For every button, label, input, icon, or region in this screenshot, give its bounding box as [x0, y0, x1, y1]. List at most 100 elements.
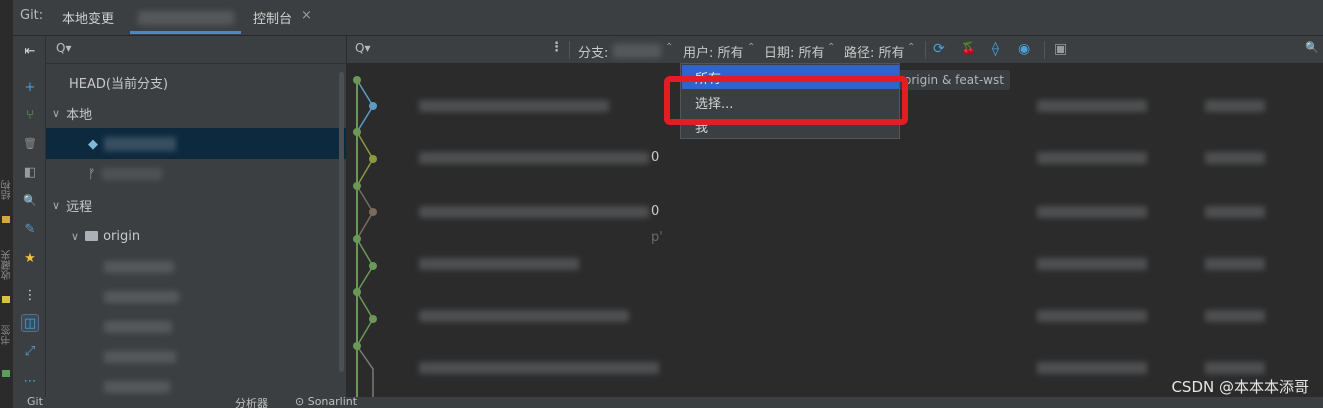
- tree-item-label: 本地: [66, 107, 93, 123]
- branch-name-blurred: [104, 137, 176, 151]
- search-icon: Q▾: [56, 41, 72, 55]
- watermark: CSDN @本本本添哥: [1171, 378, 1309, 396]
- panel-icon[interactable]: ▣: [1054, 41, 1067, 57]
- search-icon[interactable]: 🔍: [21, 191, 39, 209]
- author-blurred: [1037, 362, 1147, 374]
- more-horizontal-icon[interactable]: ⋯: [21, 372, 39, 390]
- commit-graph: [353, 76, 377, 408]
- tree-scrollbar[interactable]: [339, 72, 344, 372]
- toolbar-divider: [569, 41, 570, 59]
- commit-message-fragment: 0: [651, 150, 660, 165]
- search-icon[interactable]: 🔍: [1305, 41, 1319, 54]
- more-vertical-icon[interactable]: ⋮: [21, 286, 39, 304]
- left-edge-strip: 结构 收藏夹 书签: [0, 0, 13, 408]
- date-blurred: [1205, 310, 1265, 322]
- git-prefix-label: Git:: [20, 8, 44, 23]
- branch-panel-toolbar: ⇤ + ⑂ 🗑 ◧ 🔍 ✎ ★ ⋮ ◫ ⤢ ⋯: [13, 36, 46, 408]
- branch-filter-label[interactable]: 分支:: [578, 42, 608, 61]
- tree-item-local-branch[interactable]: ᚠ: [88, 162, 162, 186]
- tree-item-label: 远程: [66, 199, 93, 215]
- date-blurred: [1205, 100, 1265, 112]
- eye-icon[interactable]: ◉: [1018, 41, 1030, 57]
- group-by-icon[interactable]: ◫: [21, 314, 39, 332]
- remote-branch-blurred[interactable]: [104, 291, 179, 303]
- toolbar-divider: [925, 41, 926, 59]
- commit-message-fragment: p': [651, 230, 663, 245]
- commit-message-blurred[interactable]: [419, 152, 649, 164]
- structure-marker: [2, 216, 10, 223]
- commit-message-blurred[interactable]: [419, 100, 609, 112]
- bookmarks-marker: [2, 370, 10, 377]
- commit-message-fragment: 0: [651, 204, 660, 219]
- bottom-tool-tabs: Git 分析器 ⊙ Sonarlint: [13, 395, 1323, 408]
- active-tab-indicator: [130, 31, 241, 34]
- more-options-icon[interactable]: ⋮: [550, 40, 563, 55]
- author-blurred: [1037, 100, 1147, 112]
- chevron-down-icon: ∨: [52, 106, 61, 120]
- tree-item-local[interactable]: ∨ 本地: [52, 101, 92, 125]
- graph-options-icon[interactable]: ⟠: [992, 41, 999, 57]
- commit-message-blurred[interactable]: [419, 362, 659, 374]
- close-icon[interactable]: ×: [301, 8, 312, 23]
- bottom-tab-git[interactable]: Git: [27, 395, 43, 408]
- date-blurred: [1205, 206, 1265, 218]
- branch-tree-panel: Q▾ HEAD(当前分支) ∨ 本地 ◆ ᚠ ∨ 远程 ∨ origin: [46, 36, 347, 408]
- branch-filter-value[interactable]: [613, 44, 661, 58]
- commit-message-blurred[interactable]: [419, 206, 649, 218]
- tree-item-label: origin: [103, 228, 141, 244]
- delete-icon[interactable]: 🗑: [21, 134, 39, 152]
- user-filter[interactable]: 用户: 所有: [683, 42, 744, 61]
- date-blurred: [1205, 362, 1265, 374]
- highlight-annotation-box: [664, 76, 908, 125]
- bottom-tab-sonarlint[interactable]: ⊙ Sonarlint: [295, 395, 357, 408]
- chevron-down-icon: ∨: [52, 198, 61, 212]
- date-blurred: [1205, 152, 1265, 164]
- ref-label: origin & feat-wst: [898, 70, 1010, 90]
- tab-local-changes[interactable]: 本地变更: [62, 8, 114, 27]
- chevron-updown-icon: ⌃: [907, 42, 916, 53]
- chevron-updown-icon: ⌃: [665, 42, 674, 53]
- remote-branch-blurred[interactable]: [104, 381, 170, 393]
- tab-console[interactable]: 控制台: [253, 8, 292, 27]
- date-filter[interactable]: 日期: 所有: [764, 42, 825, 61]
- remote-branch-blurred[interactable]: [104, 321, 172, 333]
- favorites-marker: [2, 296, 10, 303]
- folder-icon: [85, 231, 99, 241]
- branch-name-blurred: [101, 168, 162, 180]
- add-icon[interactable]: +: [21, 78, 39, 96]
- date-blurred: [1205, 258, 1265, 270]
- author-blurred: [1037, 258, 1147, 270]
- collapse-panel-icon[interactable]: ⇤: [21, 42, 39, 60]
- log-filter-toolbar: Q▾ ⋮ 分支: ⌃ 用户: 所有 ⌃ 日期: 所有 ⌃ 路径: 所有 ⌃ ⟳ …: [347, 36, 1323, 64]
- expand-icon[interactable]: ⤢: [21, 342, 39, 360]
- cherry-pick-icon[interactable]: 🍒: [961, 41, 976, 55]
- tree-item-local-tagged-branch[interactable]: ◆: [88, 132, 176, 156]
- branch-icon: ᚠ: [88, 166, 96, 182]
- chevron-updown-icon: ⌃: [827, 42, 836, 53]
- chevron-down-icon: ∨: [71, 229, 80, 243]
- author-blurred: [1037, 310, 1147, 322]
- commit-message-blurred[interactable]: [419, 258, 579, 270]
- branch-icon[interactable]: ⑂: [21, 106, 39, 124]
- path-filter[interactable]: 路径: 所有: [844, 42, 905, 61]
- remote-branch-blurred[interactable]: [104, 261, 174, 273]
- toolbar-divider: [1044, 41, 1045, 59]
- bottom-tab-analyzer[interactable]: 分析器: [235, 395, 268, 408]
- commit-message-blurred[interactable]: [419, 310, 629, 322]
- author-blurred: [1037, 206, 1147, 218]
- tab-log-blurred[interactable]: [138, 11, 234, 25]
- branch-search-field[interactable]: Q▾: [46, 36, 347, 64]
- compare-icon[interactable]: ◧: [21, 163, 39, 181]
- refresh-icon[interactable]: ⟳: [933, 41, 945, 57]
- tool-window-tabbar: Git: 本地变更 控制台 ×: [13, 0, 1323, 36]
- tree-item-origin[interactable]: ∨ origin: [71, 224, 140, 248]
- chevron-updown-icon: ⌃: [747, 42, 756, 53]
- tag-icon: ◆: [88, 136, 98, 152]
- remote-branch-blurred[interactable]: [104, 351, 176, 363]
- tree-item-remote[interactable]: ∨ 远程: [52, 193, 92, 217]
- edit-icon[interactable]: ✎: [21, 220, 39, 238]
- tree-item-head[interactable]: HEAD(当前分支): [69, 70, 168, 94]
- star-icon[interactable]: ★: [21, 249, 39, 267]
- author-blurred: [1037, 152, 1147, 164]
- search-icon[interactable]: Q▾: [355, 41, 370, 55]
